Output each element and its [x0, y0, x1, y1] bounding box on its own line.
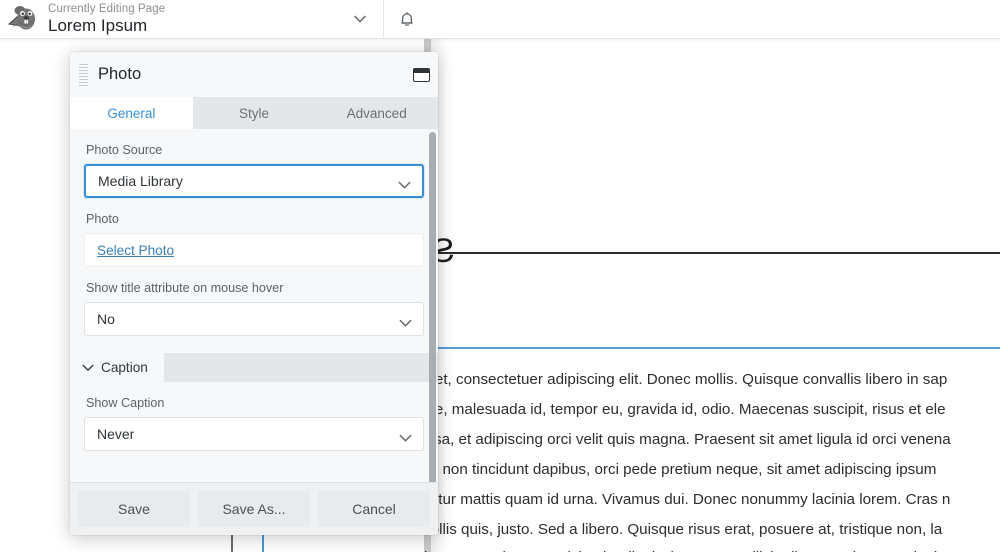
panel-footer: Save Save As... Cancel [70, 482, 438, 535]
field-photo: Photo Select Photo [70, 198, 438, 267]
bell-icon [401, 12, 413, 26]
save-button[interactable]: Save [78, 491, 190, 527]
field-photo-source: Photo Source Media Library [70, 129, 438, 198]
chevron-down-icon [399, 315, 412, 331]
caption-section-label: Caption [101, 360, 148, 375]
cancel-button[interactable]: Cancel [318, 491, 430, 527]
paragraph-line: mollis quis, justo. Sed a libero. Quisqu… [418, 521, 943, 538]
paragraph-line: ımet, consectetuer adipiscing elit. Done… [418, 371, 948, 388]
chevron-down-icon [354, 15, 366, 23]
page-title: Lorem Ipsum [48, 16, 148, 35]
editing-eyebrow-label: Currently Editing Page [48, 3, 166, 15]
paragraph-line: ınte, malesuada id, tempor eu, gravida i… [418, 401, 946, 418]
field-label: Show Caption [86, 396, 165, 410]
caption-section-toggle[interactable]: Caption [70, 353, 164, 382]
title-attribute-select[interactable]: No [84, 302, 424, 336]
notifications-button[interactable] [384, 0, 430, 38]
select-photo-row[interactable]: Select Photo [84, 233, 424, 267]
panel-window-toggle-button[interactable] [404, 52, 438, 97]
show-caption-select[interactable]: Never [84, 417, 424, 451]
save-as-button[interactable]: Save As... [198, 491, 310, 527]
field-title-attribute: Show title attribute on mouse hover No [70, 267, 438, 336]
select-value: No [97, 311, 115, 327]
chevron-down-icon [82, 360, 94, 375]
field-show-caption: Show Caption Never [70, 382, 438, 451]
horizontal-rule-blue [437, 347, 1000, 349]
horizontal-rule-dark [437, 252, 1000, 254]
beaver-logo-icon[interactable] [0, 0, 46, 38]
panel-scroll-area: Photo Source Media Library Photo Select … [70, 129, 438, 482]
module-settings-panel: Photo General Style Advanced Photo Sourc… [70, 52, 438, 535]
panel-title: Photo [98, 65, 142, 83]
tab-style[interactable]: Style [192, 97, 316, 129]
chevron-down-icon [398, 177, 411, 193]
select-photo-link[interactable]: Select Photo [97, 243, 174, 258]
topbar-dropdown-button[interactable] [337, 0, 383, 38]
window-panel-icon [412, 67, 430, 82]
caption-section-header[interactable]: Caption [70, 353, 438, 382]
paragraph-line: assa, et adipiscing orci velit quis magn… [418, 431, 951, 448]
field-label: Photo [86, 212, 119, 226]
chevron-down-icon [399, 430, 412, 446]
field-label: Photo Source [86, 143, 163, 157]
panel-body: Photo Source Media Library Photo Select … [70, 129, 438, 482]
panel-tabs: General Style Advanced [70, 97, 438, 129]
body-paragraph-secondary: is semper pharetra, nisi enim dignissim … [424, 543, 1000, 552]
panel-scrollbar[interactable] [429, 132, 436, 482]
paragraph-line: abitur mattis quam id urna. Vivamus dui.… [418, 491, 951, 508]
drag-grip-icon[interactable] [74, 52, 92, 97]
photo-source-select[interactable]: Media Library [84, 164, 424, 198]
field-label: Show title attribute on mouse hover [86, 281, 284, 295]
select-value: Media Library [98, 173, 183, 189]
page-title-block: Currently Editing Page Lorem Ipsum [46, 0, 165, 38]
panel-header[interactable]: Photo [70, 52, 438, 97]
select-value: Never [97, 426, 135, 442]
caption-section-fill [164, 353, 438, 382]
paragraph-line: is semper pharetra, nisi enim dignissim … [424, 543, 1000, 552]
screen-root: Ƨ ımet, consectetuer adipiscing elit. Do… [0, 0, 1000, 552]
paragraph-line: tus non tincidunt dapibus, orci pede pre… [418, 461, 937, 478]
tab-advanced[interactable]: Advanced [315, 97, 438, 129]
tab-general[interactable]: General [70, 97, 193, 129]
body-paragraph: ımet, consectetuer adipiscing elit. Done… [418, 365, 1000, 545]
builder-topbar: Currently Editing Page Lorem Ipsum [0, 0, 1000, 39]
